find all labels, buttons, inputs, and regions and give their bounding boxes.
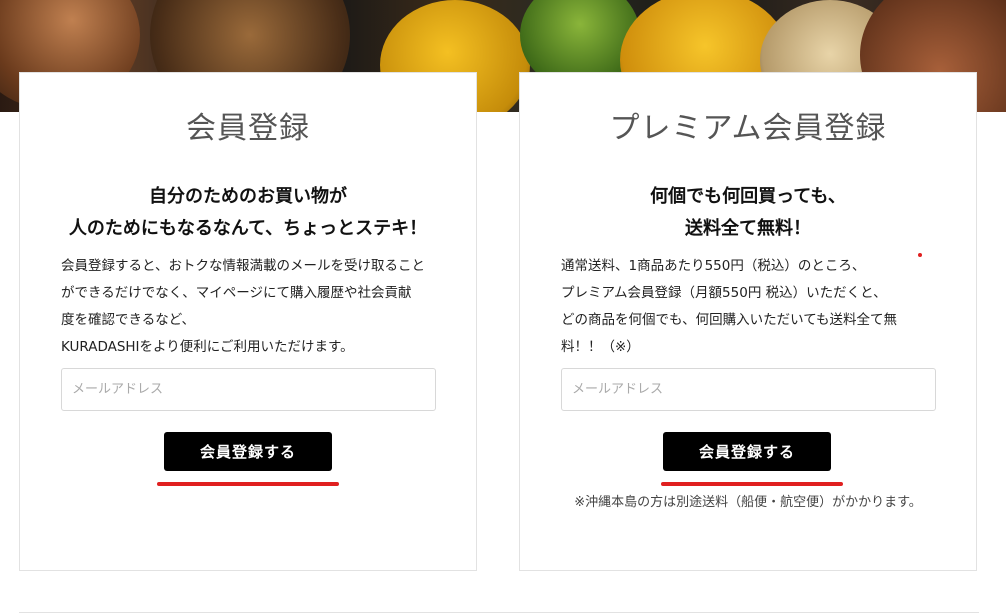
member-catchphrase: 自分のためのお買い物が 人のためにもなるなんて、ちょっとステキ！ — [20, 181, 476, 245]
member-desc-line-2: ができるだけでなく、マイページにて購入履歴や社会貢献 — [61, 285, 412, 301]
member-catch-line-1: 自分のためのお買い物が — [149, 186, 347, 207]
member-email-input[interactable] — [61, 368, 436, 411]
member-desc-line-1: 会員登録すると、おトクな情報満載のメールを受け取ること — [61, 258, 425, 274]
premium-card-title: プレミアム会員登録 — [609, 111, 887, 146]
member-card-title: 会員登録 — [186, 111, 310, 146]
premium-description: 通常送料、1商品あたり550円（税込）のところ、 プレミアム会員登録（月額550… — [561, 253, 941, 361]
member-catch-line-2: 人のためにもなるなんて、ちょっとステキ！ — [68, 218, 428, 239]
premium-desc-line-4: 料！！（※） — [561, 339, 640, 355]
red-dot-marker — [918, 253, 922, 257]
okinawa-shipping-note: ※沖縄本島の方は別途送料（船便・航空便）がかかります。 — [574, 495, 922, 510]
premium-catchphrase: 何個でも何回買っても、 送料全て無料！ — [520, 181, 976, 245]
premium-button-underline — [661, 482, 843, 486]
member-description: 会員登録すると、おトクな情報満載のメールを受け取ること ができるだけでなく、マイ… — [61, 253, 441, 361]
premium-register-button[interactable]: 会員登録する — [663, 432, 831, 471]
member-desc-line-3: 度を確認できるなど、 — [61, 312, 196, 328]
member-register-button[interactable]: 会員登録する — [164, 432, 332, 471]
member-registration-card: 会員登録 自分のためのお買い物が 人のためにもなるなんて、ちょっとステキ！ 会員… — [19, 72, 477, 571]
premium-desc-line-1: 通常送料、1商品あたり550円（税込）のところ、 — [561, 258, 866, 274]
premium-desc-line-3: どの商品を何個でも、何回購入いただいても送料全て無 — [561, 312, 898, 328]
premium-catch-line-2: 送料全て無料！ — [685, 218, 811, 239]
member-desc-line-4: KURADASHIをより便利にご利用いただけます。 — [61, 339, 354, 355]
premium-email-input[interactable] — [561, 368, 936, 411]
member-button-underline — [157, 482, 339, 486]
section-divider — [19, 612, 979, 613]
premium-catch-line-1: 何個でも何回買っても、 — [650, 186, 846, 207]
premium-registration-card: プレミアム会員登録 何個でも何回買っても、 送料全て無料！ 通常送料、1商品あた… — [519, 72, 977, 571]
premium-desc-line-2: プレミアム会員登録（月額550円 税込）いただくと、 — [561, 285, 887, 301]
